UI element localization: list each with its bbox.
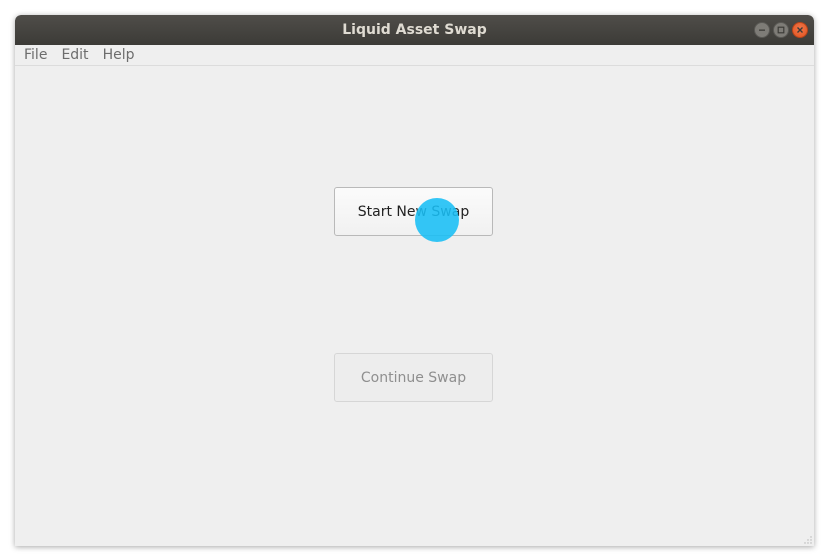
minimize-button[interactable] <box>754 22 770 38</box>
maximize-button[interactable] <box>773 22 789 38</box>
menu-help[interactable]: Help <box>103 47 135 63</box>
menu-edit[interactable]: Edit <box>61 47 88 63</box>
start-new-swap-button[interactable]: Start New Swap <box>334 187 493 236</box>
menu-bar: File Edit Help <box>15 45 814 66</box>
maximize-icon <box>777 26 785 34</box>
app-window: Liquid Asset Swap File Edit Help Start N… <box>15 15 814 546</box>
resize-grip-icon[interactable] <box>802 534 812 544</box>
title-bar[interactable]: Liquid Asset Swap <box>15 15 814 45</box>
continue-swap-button[interactable]: Continue Swap <box>334 353 493 402</box>
minimize-icon <box>759 29 765 31</box>
window-controls <box>754 22 808 38</box>
close-icon <box>797 27 803 33</box>
menu-file[interactable]: File <box>24 47 47 63</box>
window-title: Liquid Asset Swap <box>342 22 487 38</box>
close-button[interactable] <box>792 22 808 38</box>
